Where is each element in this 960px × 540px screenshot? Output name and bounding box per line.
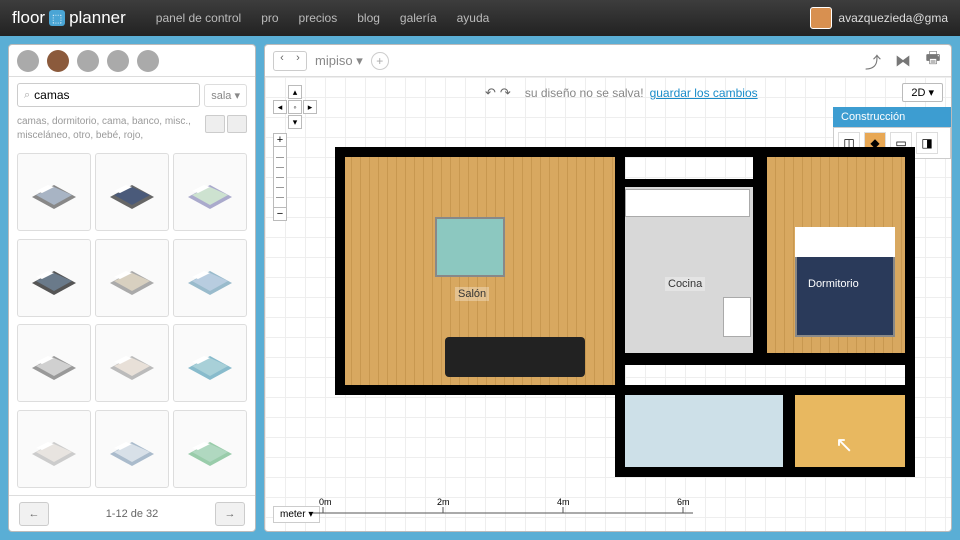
furniture-item[interactable]	[95, 410, 169, 488]
zoom-in[interactable]: +	[273, 133, 287, 147]
furniture-item[interactable]	[17, 239, 91, 317]
construction-title: Construcción	[833, 107, 951, 127]
furniture-icon[interactable]	[47, 50, 69, 72]
nav-galeria[interactable]: galería	[400, 11, 437, 25]
nav-pro[interactable]: pro	[261, 11, 278, 25]
cursor-icon: ↖	[835, 432, 859, 456]
info-icon[interactable]	[17, 50, 39, 72]
pager-text: 1-12 de 32	[106, 508, 159, 520]
pan-right[interactable]: ▸	[303, 100, 317, 114]
search-tags: camas, dormitorio, cama, banco, misc., m…	[17, 115, 205, 143]
window-tool-icon[interactable]: ◨	[916, 132, 938, 154]
zoom-out[interactable]: −	[273, 207, 287, 221]
pan-down[interactable]: ▾	[288, 115, 302, 129]
prev-page-button[interactable]: ←	[19, 502, 49, 526]
save-bar: ↶ ↷ su diseño no se salva! guardar los c…	[485, 85, 758, 101]
sofa[interactable]	[445, 337, 585, 377]
undo-button[interactable]: ↶	[485, 85, 496, 101]
svg-text:2m: 2m	[437, 497, 450, 507]
fridge[interactable]	[723, 297, 751, 337]
history-nav: ‹ ›	[273, 51, 307, 71]
furniture-item[interactable]	[173, 410, 247, 488]
photos-icon[interactable]	[77, 50, 99, 72]
next-page-button[interactable]: →	[215, 502, 245, 526]
furniture-item[interactable]	[17, 324, 91, 402]
room-filter[interactable]: sala ▾	[204, 84, 247, 107]
furniture-item[interactable]	[17, 410, 91, 488]
top-navbar: floor ⬚ planner panel de control pro pre…	[0, 0, 960, 36]
sidebar: ⌕ sala ▾ camas, dormitorio, cama, banco,…	[8, 44, 256, 532]
kitchen-counter[interactable]	[625, 189, 750, 217]
pan-zoom-control: ▴ ◂◦▸ ▾ + −	[273, 85, 317, 221]
logo-text-2: planner	[69, 8, 126, 28]
help-icon[interactable]	[137, 50, 159, 72]
furniture-item[interactable]	[173, 153, 247, 231]
nav-blog[interactable]: blog	[357, 11, 380, 25]
search-input[interactable]	[34, 88, 193, 102]
room-label-salon: Salón	[455, 287, 489, 301]
view-3d-icon[interactable]	[205, 115, 225, 133]
svg-text:4m: 4m	[557, 497, 570, 507]
nav-precios[interactable]: precios	[299, 11, 338, 25]
furniture-item[interactable]	[95, 153, 169, 231]
nav-ayuda[interactable]: ayuda	[457, 11, 490, 25]
nav-panel[interactable]: panel de control	[156, 11, 241, 25]
export-icon[interactable]: ⤴	[863, 51, 883, 71]
pager: ← 1-12 de 32 →	[9, 495, 255, 531]
search-icon: ⌕	[24, 89, 30, 102]
room-label-dormitorio: Dormitorio	[805, 277, 862, 291]
logo-icon: ⬚	[49, 10, 65, 26]
floorplan[interactable]: ↖ Salón Cocina Dormitorio	[335, 147, 915, 477]
user-avatar	[810, 7, 832, 29]
svg-text:6m: 6m	[677, 497, 690, 507]
svg-text:0m: 0m	[319, 497, 332, 507]
furniture-item[interactable]	[173, 239, 247, 317]
search-box[interactable]: ⌕	[17, 83, 200, 107]
project-name[interactable]: mipiso ▾	[315, 53, 363, 69]
logo[interactable]: floor ⬚ planner	[12, 8, 126, 28]
furniture-item[interactable]	[95, 324, 169, 402]
pan-left[interactable]: ◂	[273, 100, 287, 114]
settings-icon[interactable]	[107, 50, 129, 72]
add-button[interactable]: +	[371, 52, 389, 70]
user-area[interactable]: avazquezieda@gma	[810, 7, 948, 29]
save-message: su diseño no se salva!	[525, 86, 644, 100]
canvas-toolbar: ‹ › mipiso ▾ + ⤴ ⧓ 🖶	[265, 45, 951, 77]
user-email: avazquezieda@gma	[838, 11, 948, 25]
save-link[interactable]: guardar los cambios	[650, 86, 758, 100]
furniture-grid	[9, 149, 255, 495]
zoom-slider[interactable]	[273, 147, 287, 207]
furniture-item[interactable]	[17, 153, 91, 231]
logo-text-1: floor	[12, 8, 45, 28]
share-icon[interactable]: ⧓	[893, 51, 913, 71]
sidebar-toolbar	[9, 45, 255, 77]
dining-table[interactable]	[435, 217, 505, 277]
print-icon[interactable]: 🖶	[923, 51, 943, 71]
canvas[interactable]: ▴ ◂◦▸ ▾ + − ↶ ↷ su diseño no se salva	[265, 77, 951, 531]
room-label-cocina: Cocina	[665, 277, 705, 291]
ruler: 0m 2m 4m 6m	[313, 497, 713, 521]
view-mode-toggle[interactable]: 2D ▾	[902, 83, 943, 102]
redo-button[interactable]: ↷	[500, 85, 511, 101]
furniture-item[interactable]	[173, 324, 247, 402]
pan-up[interactable]: ▴	[288, 85, 302, 99]
pan-center[interactable]: ◦	[288, 100, 302, 114]
view-2d-icon[interactable]	[227, 115, 247, 133]
forward-button[interactable]: ›	[290, 52, 306, 70]
back-button[interactable]: ‹	[274, 52, 290, 70]
furniture-item[interactable]	[95, 239, 169, 317]
canvas-area: ‹ › mipiso ▾ + ⤴ ⧓ 🖶 ▴ ◂◦▸ ▾ +	[264, 44, 952, 532]
